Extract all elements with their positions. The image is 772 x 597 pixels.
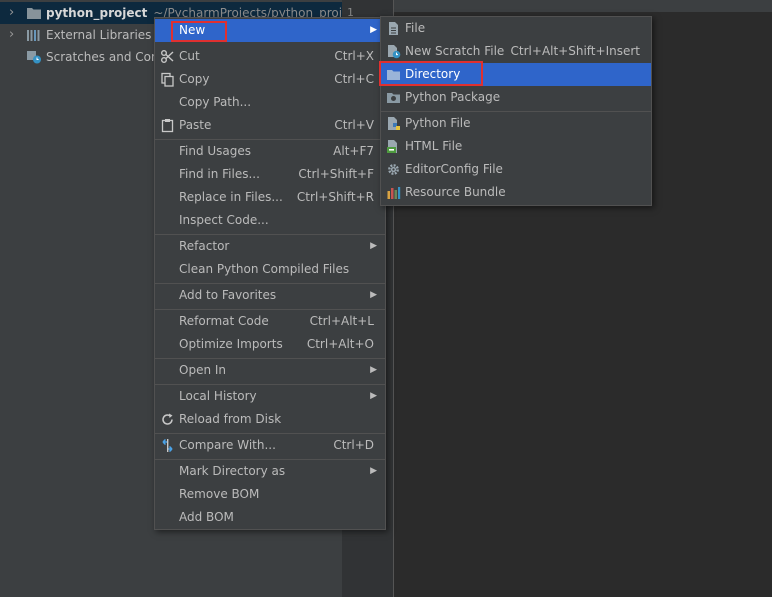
menu-item-shortcut: Ctrl+D [333,438,374,452]
menu-item-inspect-code[interactable]: Inspect Code... [155,209,385,232]
menu-item-label: Find Usages [179,144,252,158]
menu-item-mark-directory-as[interactable]: Mark Directory as ▶ [155,460,385,483]
external-libraries-label: External Libraries [46,28,152,42]
submenu-item-resource-bundle[interactable]: Resource Bundle [381,181,651,204]
clipboard-icon [161,119,174,133]
menu-item-label: HTML File [405,139,463,153]
menu-item-reformat-code[interactable]: Reformat Code Ctrl+Alt+L [155,310,385,333]
menu-item-label: Open In [179,363,227,377]
menu-item-shortcut: Ctrl+C [334,72,374,86]
menu-item-shortcut: Ctrl+Alt+O [306,337,374,351]
scratches-icon [27,51,41,64]
menu-item-open-in[interactable]: Open In ▶ [155,359,385,382]
menu-item-label: Reformat Code [179,314,269,328]
menu-item-label: Find in Files... [179,167,260,181]
menu-item-shortcut: Ctrl+V [334,118,374,132]
submenu-item-file[interactable]: File [381,17,651,40]
menu-item-replace-in-files[interactable]: Replace in Files... Ctrl+Shift+R [155,186,385,209]
file-icon [389,22,398,35]
menu-item-copy[interactable]: Copy Ctrl+C [155,68,385,91]
menu-item-add-bom[interactable]: Add BOM [155,506,385,529]
submenu-item-editorconfig-file[interactable]: EditorConfig File [381,158,651,181]
chevron-right-icon[interactable]: › [9,24,14,46]
highlight-box-new [171,21,227,42]
menu-item-label: Python Package [405,90,501,104]
copy-icon [161,72,174,87]
menu-item-shortcut: Alt+F7 [333,144,374,158]
menu-item-copy-path[interactable]: Copy Path... [155,91,385,114]
menu-item-optimize-imports[interactable]: Optimize Imports Ctrl+Alt+O [155,333,385,356]
menu-item-label: Inspect Code... [179,213,269,227]
html-file-icon [387,140,397,153]
menu-item-compare-with[interactable]: Compare With... Ctrl+D [155,434,385,457]
menu-item-local-history[interactable]: Local History ▶ [155,385,385,408]
menu-item-clean-python-compiled-files[interactable]: Clean Python Compiled Files [155,258,385,281]
submenu-arrow-icon: ▶ [370,391,377,401]
menu-item-shortcut: Ctrl+Shift+F [298,167,374,181]
menu-item-remove-bom[interactable]: Remove BOM [155,483,385,506]
menu-item-label: Resource Bundle [405,185,506,199]
menu-item-reload-from-disk[interactable]: Reload from Disk [155,408,385,431]
menu-item-shortcut: Ctrl+Alt+L [309,314,374,328]
submenu-item-python-file[interactable]: Python File [381,112,651,135]
submenu-arrow-icon: ▶ [370,290,377,300]
menu-item-label: Replace in Files... [179,190,283,204]
submenu-arrow-icon: ▶ [370,365,377,375]
menu-item-shortcut: Ctrl+Alt+Shift+Insert [510,44,640,58]
submenu-item-html-file[interactable]: HTML File [381,135,651,158]
project-name: python_project [46,6,148,20]
menu-item-add-to-favorites[interactable]: Add to Favorites ▶ [155,284,385,307]
menu-item-label: New Scratch File [405,44,505,58]
python-file-icon [388,117,400,130]
menu-item-label: Copy [179,72,210,86]
menu-item-label: Reload from Disk [179,412,282,426]
submenu-item-new-scratch-file[interactable]: New Scratch File Ctrl+Alt+Shift+Insert [381,40,651,63]
submenu-arrow-icon: ▶ [370,241,377,251]
menu-item-label: Mark Directory as [179,464,286,478]
submenu-arrow-icon: ▶ [370,466,377,476]
chevron-right-icon[interactable]: › [9,2,14,24]
menu-item-find-usages[interactable]: Find Usages Alt+F7 [155,140,385,163]
menu-item-paste[interactable]: Paste Ctrl+V [155,114,385,137]
folder-icon [27,8,41,19]
editorconfig-gear-icon [388,164,399,175]
compare-arrows-icon [162,438,173,453]
menu-item-shortcut: Ctrl+X [334,49,374,63]
reload-icon [162,413,173,425]
menu-item-label: File [405,21,426,35]
menu-item-label: Local History [179,389,257,403]
python-package-icon [387,93,400,103]
resource-bundle-icon [387,187,401,199]
editor-tab-strip [394,0,772,12]
submenu-item-python-package[interactable]: Python Package [381,86,651,109]
menu-item-label: Copy Path... [179,95,252,109]
project-context-menu: New ▶ Cut Ctrl+X Copy Ctrl+C Copy Path..… [154,17,386,530]
submenu-arrow-icon: ▶ [370,25,377,35]
libraries-icon [27,30,40,41]
menu-item-label: Remove BOM [179,487,260,501]
menu-item-label: Optimize Imports [179,337,283,351]
menu-item-label: Clean Python Compiled Files [179,262,350,276]
menu-item-shortcut: Ctrl+Shift+R [296,190,374,204]
menu-item-label: Paste [179,118,212,132]
menu-item-label: Add to Favorites [179,288,277,302]
menu-item-label: Python File [405,116,471,130]
menu-item-find-in-files[interactable]: Find in Files... Ctrl+Shift+F [155,163,385,186]
menu-item-label: EditorConfig File [405,162,503,176]
highlight-box-directory [379,61,483,86]
menu-item-label: Refactor [179,239,230,253]
new-submenu: File New Scratch File Ctrl+Alt+Shift+Ins… [379,16,652,206]
scratch-file-icon [388,45,401,59]
menu-item-refactor[interactable]: Refactor ▶ [155,235,385,258]
scissors-icon [161,50,174,63]
menu-item-cut[interactable]: Cut Ctrl+X [155,45,385,68]
menu-item-label: Compare With... [179,438,276,452]
menu-item-label: Add BOM [179,510,234,524]
menu-item-label: Cut [179,49,200,63]
